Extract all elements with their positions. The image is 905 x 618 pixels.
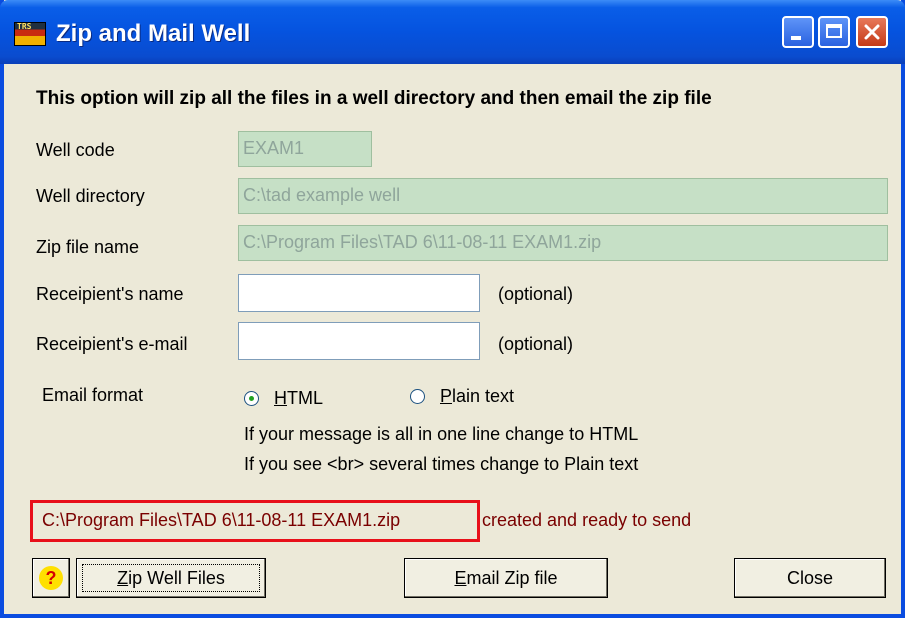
zip-file-name-label: Zip file name bbox=[36, 237, 140, 257]
recipient-name-label: Receipient's name bbox=[36, 284, 184, 304]
zip-well-files-button[interactable]: Zip Well Files bbox=[76, 558, 266, 598]
recipient-email-label: Receipient's e-mail bbox=[36, 334, 188, 354]
recipient-name-optional: (optional) bbox=[498, 284, 574, 304]
window-title: Zip and Mail Well bbox=[56, 20, 251, 47]
recipient-email-optional: (optional) bbox=[498, 334, 574, 354]
app-icon: TRS bbox=[14, 22, 46, 46]
close-window-button[interactable] bbox=[856, 16, 888, 48]
email-zip-file-button[interactable]: Email Zip file bbox=[404, 558, 608, 598]
close-icon bbox=[864, 24, 880, 40]
well-code-field: EXAM1 bbox=[238, 131, 372, 167]
focus-rectangle bbox=[82, 564, 260, 592]
recipient-name-input[interactable] bbox=[238, 274, 480, 312]
help-icon: ? bbox=[39, 566, 63, 590]
zip-file-name-field: C:\Program Files\TAD 6\11-08-11 EXAM1.zi… bbox=[238, 225, 888, 261]
instruction-heading: This option will zip all the files in a … bbox=[36, 88, 712, 109]
radio-plain-text-label[interactable]: Plain text bbox=[440, 386, 514, 407]
plain-text-hint: If you see <br> several times change to … bbox=[244, 454, 639, 474]
radio-plain-text-button[interactable] bbox=[410, 389, 425, 404]
email-format-label: Email format bbox=[42, 385, 144, 405]
status-zip-path: C:\Program Files\TAD 6\11-08-11 EXAM1.zi… bbox=[42, 510, 401, 530]
radio-html-label[interactable]: HTML bbox=[274, 388, 323, 409]
status-message: created and ready to send bbox=[482, 510, 692, 530]
close-button[interactable]: Close bbox=[734, 558, 886, 598]
recipient-email-input[interactable] bbox=[238, 322, 480, 360]
well-directory-label: Well directory bbox=[36, 186, 145, 206]
maximize-button[interactable] bbox=[818, 16, 850, 48]
title-bar[interactable]: TRS Zip and Mail Well bbox=[0, 0, 905, 64]
well-code-label: Well code bbox=[36, 140, 115, 160]
minimize-button[interactable] bbox=[782, 16, 814, 48]
help-button[interactable]: ? bbox=[32, 558, 70, 598]
well-directory-field: C:\tad example well bbox=[238, 178, 888, 214]
radio-html-button[interactable] bbox=[244, 391, 259, 406]
html-hint: If your message is all in one line chang… bbox=[244, 424, 639, 444]
